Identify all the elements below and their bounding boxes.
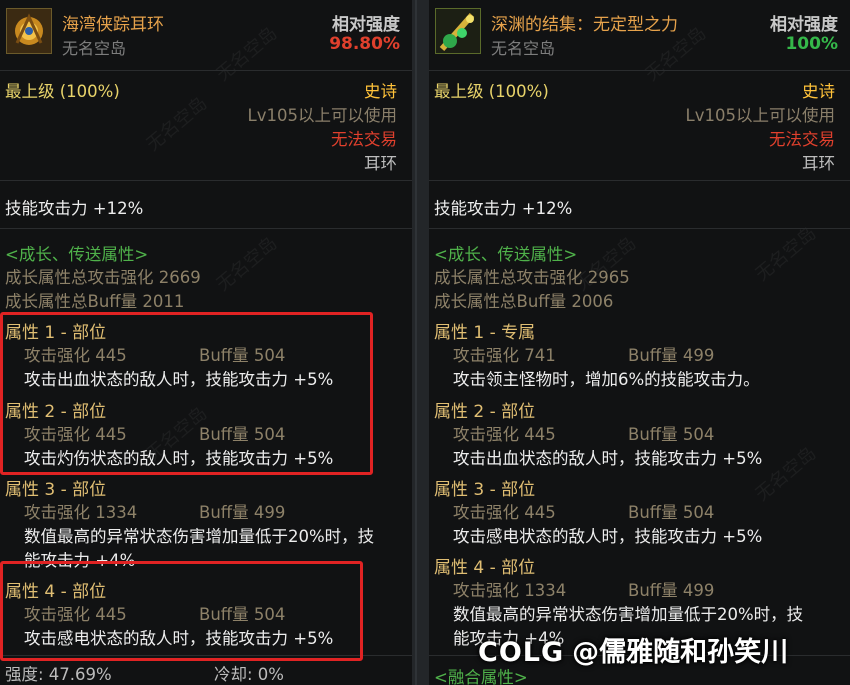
skill-attack-stat: 技能攻击力 +12%: [434, 199, 573, 218]
option-title: 属性 3 - 部位: [5, 480, 107, 500]
relative-strength-value: 100%: [785, 34, 838, 54]
option-description: 攻击出血状态的敌人时，技能攻击力 +5%: [453, 449, 763, 468]
source-author: @儒雅随和孙笑川: [572, 637, 789, 668]
item-slot: 耳环: [802, 154, 835, 173]
option-buff: Buff量 499: [199, 503, 286, 522]
growth-total-attack: 成长属性总攻击强化 2669: [5, 268, 201, 287]
level-requirement: Lv105以上可以使用: [685, 106, 835, 125]
item-rarity: 史诗: [364, 82, 397, 101]
item-grade: 最上级 (100%): [5, 82, 120, 101]
item-header: 深渊的结集：无定型之力 无名空岛 相对强度 100%: [429, 0, 850, 68]
option-title: 属性 3 - 部位: [434, 480, 536, 500]
option-attack: 攻击强化 1334: [453, 581, 567, 600]
option-buff: Buff量 499: [628, 581, 715, 600]
option-title: 属性 4 - 部位: [434, 558, 536, 578]
divider: [0, 70, 412, 71]
item-header: 海湾侠踪耳环 无名空岛 相对强度 98.80%: [0, 0, 412, 68]
colg-logo: COLG: [478, 637, 565, 668]
panel-separator: [412, 0, 429, 685]
divider: [429, 228, 850, 229]
option-description: 攻击领主怪物时，增加6%的技能攻击力。: [453, 370, 760, 389]
skill-attack-stat: 技能攻击力 +12%: [5, 199, 144, 218]
highlight-box: [0, 312, 373, 475]
author-name: 无名空岛: [62, 39, 127, 58]
growth-section-header: <成长、传送属性>: [434, 245, 578, 264]
growth-total-attack: 成长属性总攻击强化 2965: [434, 268, 630, 287]
option-description: 攻击感电状态的敌人时，技能攻击力 +5%: [453, 527, 763, 546]
highlight-box: [0, 561, 363, 661]
author-name: 无名空岛: [491, 39, 556, 58]
source-watermark: COLG @儒雅随和孙笑川: [478, 630, 788, 669]
relative-strength-value: 98.80%: [329, 34, 400, 54]
option-description: 数值最高的异常状态伤害增加量低于20%时，技: [453, 605, 804, 624]
earring-item-icon: [6, 8, 52, 54]
divider: [0, 180, 412, 181]
item-name: 深渊的结集：无定型之力: [491, 15, 678, 35]
relative-strength-label: 相对强度: [332, 15, 400, 35]
growth-total-buff: 成长属性总Buff量 2011: [5, 292, 185, 311]
growth-total-buff: 成长属性总Buff量 2006: [434, 292, 614, 311]
option-attack: 攻击强化 445: [453, 503, 556, 522]
level-requirement: Lv105以上可以使用: [247, 106, 397, 125]
cooldown-stat: 冷却: 0%: [214, 665, 284, 684]
option-title: 属性 1 - 专属: [434, 323, 536, 343]
growth-section-header: <成长、传送属性>: [5, 245, 149, 264]
item-name: 海湾侠踪耳环: [62, 15, 164, 35]
abyss-item-icon: [435, 8, 481, 54]
divider: [429, 70, 850, 71]
option-description: 数值最高的异常状态伤害增加量低于20%时，技: [24, 527, 375, 546]
divider: [429, 180, 850, 181]
watermark: 无名空岛: [212, 232, 282, 296]
watermark: 无名空岛: [142, 92, 212, 156]
option-attack: 攻击强化 741: [453, 346, 556, 365]
option-attack: 攻击强化 1334: [24, 503, 138, 522]
trade-restriction: 无法交易: [331, 130, 397, 149]
option-buff: Buff量 499: [628, 346, 715, 365]
divider: [0, 228, 412, 229]
option-buff: Buff量 504: [628, 503, 715, 522]
item-tooltip-left: 无名空岛 无名空岛 无名空岛 无名空岛 海湾侠踪耳环 无名空岛 相对强度 98.…: [0, 0, 412, 685]
item-slot: 耳环: [364, 154, 397, 173]
strength-stat: 强度: 47.69%: [5, 665, 112, 684]
watermark: 无名空岛: [751, 222, 821, 286]
item-tooltip-right: 无名空岛 无名空岛 无名空岛 无名空岛 深渊的结集：无定型之力 无名空岛 相对强…: [429, 0, 850, 685]
option-title: 属性 2 - 部位: [434, 402, 536, 422]
item-grade: 最上级 (100%): [434, 82, 549, 101]
item-rarity: 史诗: [802, 82, 835, 101]
option-attack: 攻击强化 445: [453, 425, 556, 444]
option-buff: Buff量 504: [628, 425, 715, 444]
relative-strength-label: 相对强度: [770, 15, 838, 35]
trade-restriction: 无法交易: [769, 130, 835, 149]
